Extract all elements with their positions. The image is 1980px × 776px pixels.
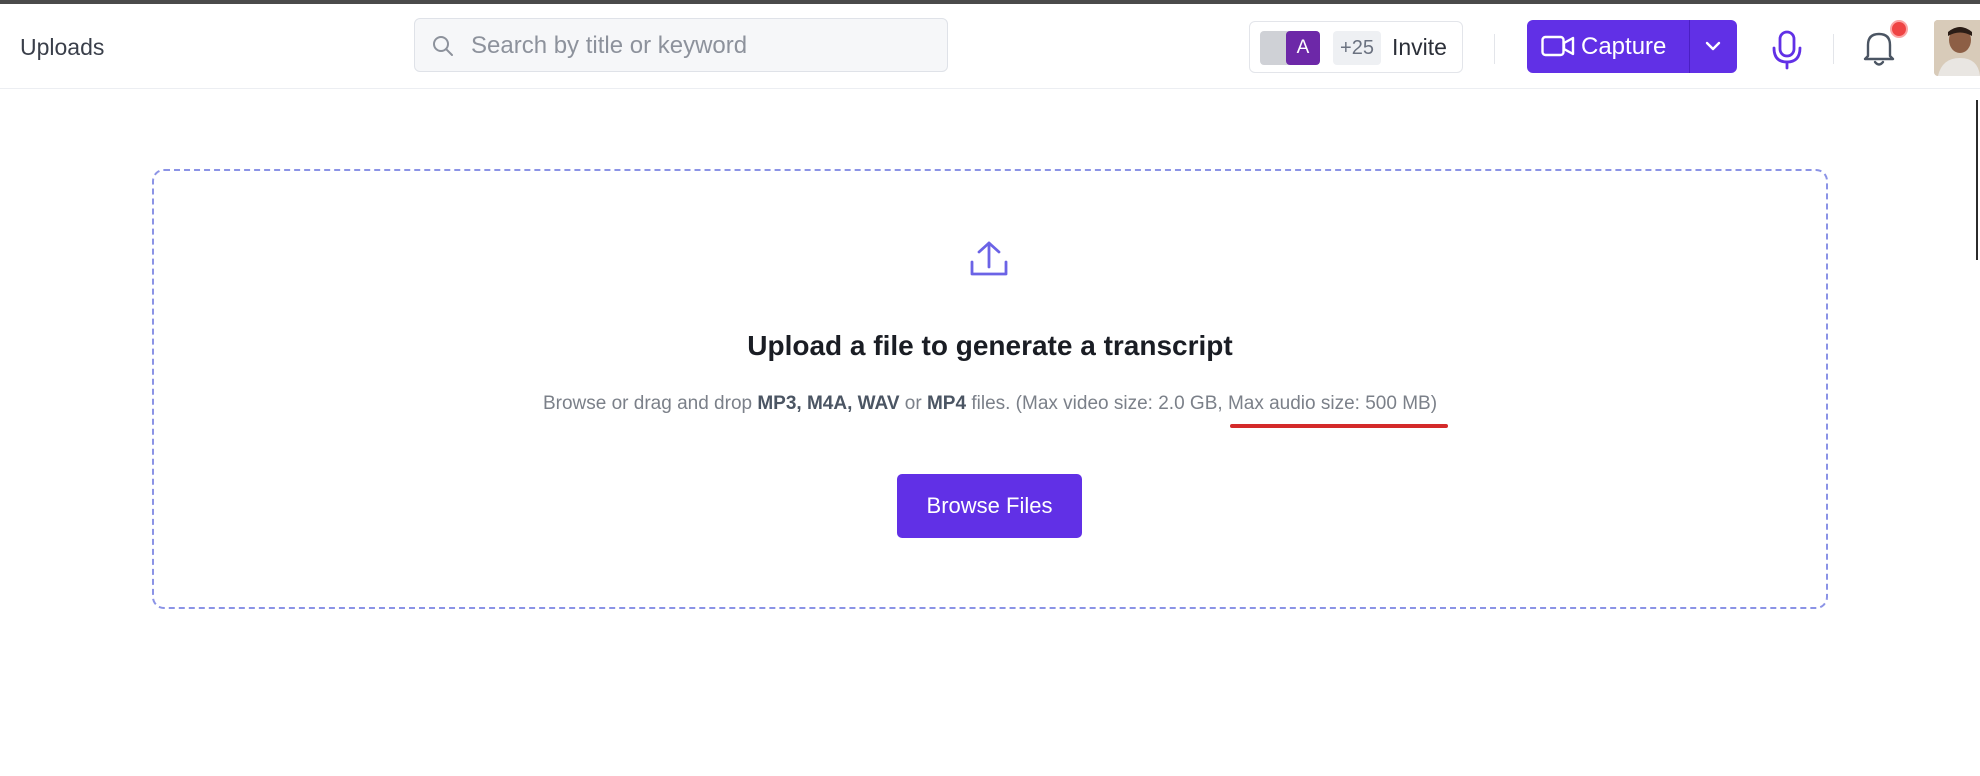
desc-formats: MP3, M4A, WAV <box>757 393 900 414</box>
desc-tail: files. (Max video size: 2.0 GB, <box>966 393 1228 414</box>
capture-button[interactable]: Capture <box>1527 20 1689 73</box>
team-invite-group[interactable]: A +25 Invite <box>1249 21 1463 73</box>
desc-or: or <box>899 393 927 414</box>
search-box[interactable] <box>414 18 948 73</box>
invite-button[interactable]: Invite <box>1392 34 1447 61</box>
top-bar: Uploads A +25 Invite Capture <box>0 4 1980 89</box>
search-input[interactable] <box>469 19 933 73</box>
desc-last-format: MP4 <box>926 393 967 414</box>
upload-description: Browse or drag and drop MP3, M4A, WAV or… <box>0 393 1980 415</box>
microphone-icon[interactable] <box>1770 30 1804 70</box>
page-title: Uploads <box>20 34 105 60</box>
desc-lead: Browse or drag and drop <box>542 393 758 414</box>
member-avatar-initial: A <box>1286 31 1320 65</box>
notification-badge <box>1890 20 1908 38</box>
capture-label: Capture <box>1581 33 1667 60</box>
chevron-down-icon <box>1705 41 1721 51</box>
user-avatar[interactable] <box>1934 20 1980 76</box>
scrollbar[interactable] <box>1976 100 1978 260</box>
capture-split-button: Capture <box>1527 20 1737 73</box>
upload-icon <box>970 241 1008 276</box>
upload-heading: Upload a file to generate a transcript <box>747 330 1233 361</box>
divider <box>1494 34 1495 64</box>
annotation-underline <box>1230 424 1448 428</box>
more-members-count[interactable]: +25 <box>1333 31 1381 65</box>
desc-close: ) <box>1430 393 1438 414</box>
file-dropzone[interactable] <box>152 169 1828 609</box>
capture-options-dropdown[interactable] <box>1690 20 1737 73</box>
audio-size-limit: Max audio size: 500 MB <box>1227 393 1431 414</box>
divider <box>1833 34 1834 64</box>
search-icon <box>433 36 453 56</box>
video-camera-icon <box>1541 35 1575 57</box>
browse-files-button[interactable]: Browse Files <box>897 474 1082 538</box>
